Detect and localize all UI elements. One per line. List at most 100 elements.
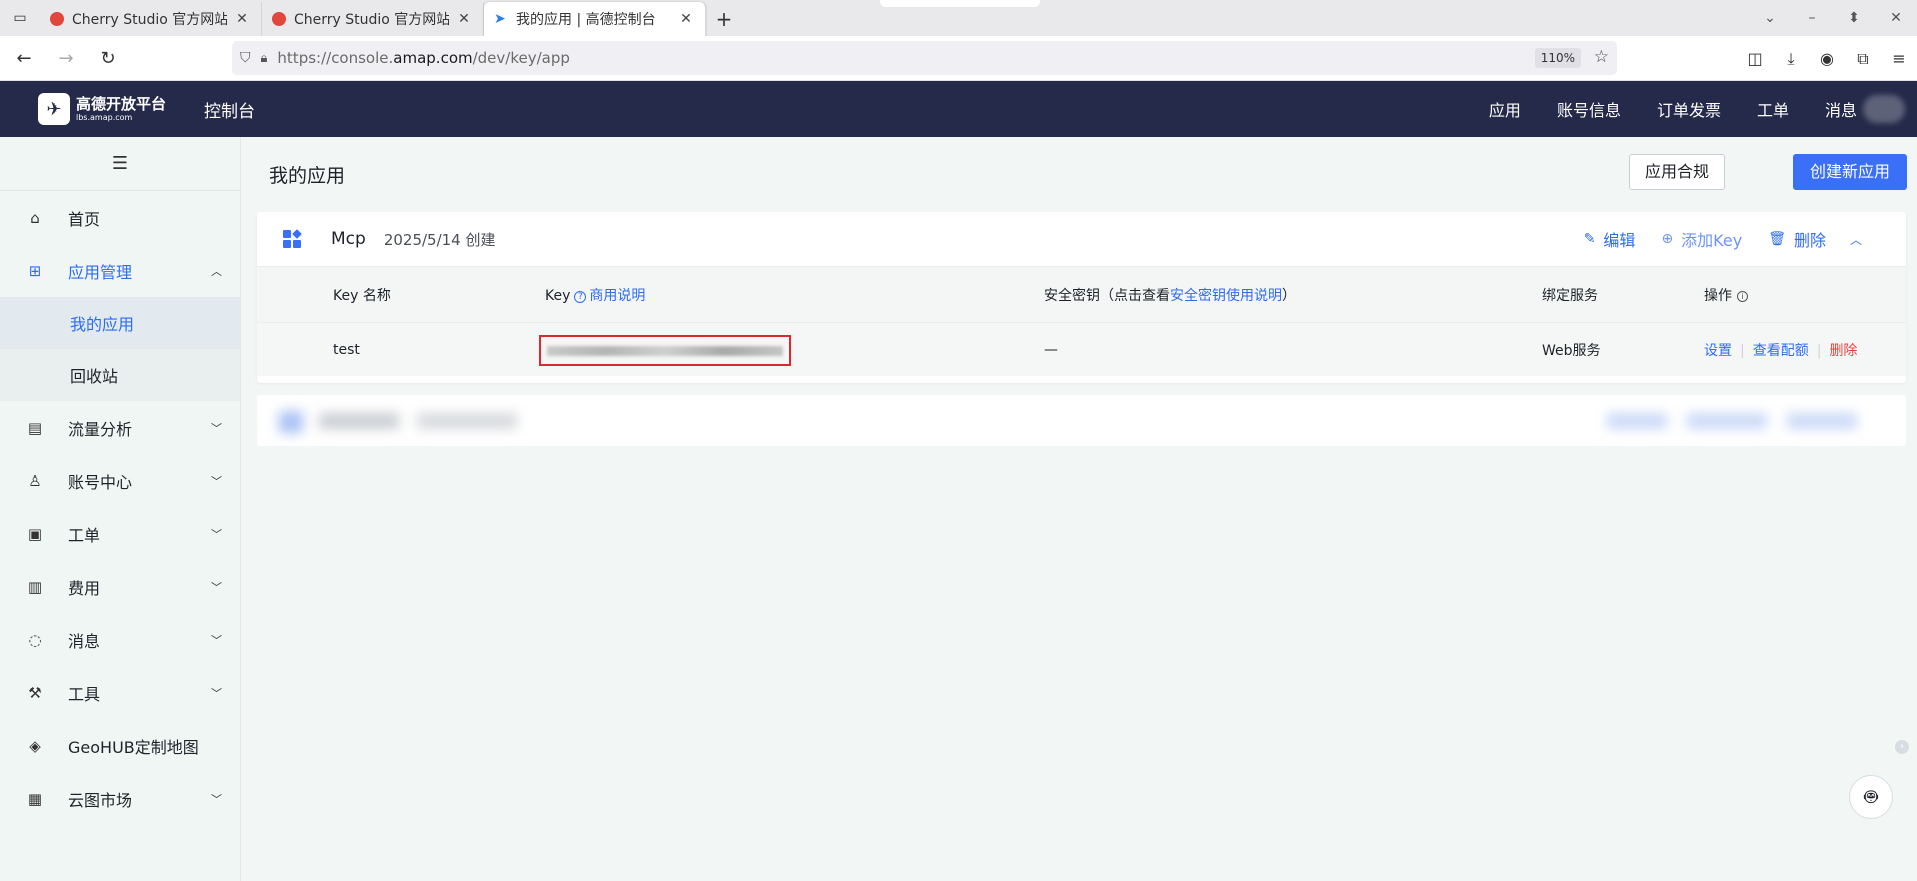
browser-tab[interactable]: Cherry Studio 官方网站 - 全 ✕ (40, 2, 262, 36)
view-quota-link[interactable]: 查看配额 (1753, 343, 1809, 359)
create-app-button[interactable]: 创建新应用 (1792, 154, 1907, 190)
add-key-button[interactable]: ⊕ 添加Key (1661, 227, 1742, 251)
help-icon: ? (574, 290, 587, 303)
secret-usage-link[interactable]: 安全密钥使用说明 (1170, 288, 1282, 304)
close-tab-icon[interactable]: ✕ (455, 11, 473, 27)
sidebar-subitem-my-apps[interactable]: 我的应用 (0, 297, 240, 349)
pocket-icon[interactable]: ◫ (1737, 49, 1773, 68)
app-card-header: Mcp 2025/5/14 创建 ✎ 编辑 ⊕ 添加Key 🗑︎ 删除 ︿ (257, 212, 1906, 266)
sidebar-item-tickets[interactable]: ▣ 工单 ﹀ (0, 507, 240, 560)
browser-tab[interactable]: Cherry Studio 官方网站 - 全 ✕ (262, 2, 484, 36)
app-created-date: 2025/5/14 创建 (383, 230, 496, 249)
clipboard-icon: ▣ (27, 524, 43, 543)
wrench-icon: ⚒ (28, 683, 42, 702)
collapse-menu-icon[interactable]: ☰ (0, 137, 240, 191)
forward-arrow-icon[interactable]: → (48, 40, 84, 76)
api-key-value-highlighted[interactable] (539, 335, 791, 366)
assistant-avatar-icon[interactable]: 🤖︎ (1849, 775, 1893, 819)
menu-icon[interactable]: ≡ (1881, 49, 1917, 68)
home-icon: ⌂ (30, 208, 40, 227)
chevron-down-icon: ﹀ (211, 792, 222, 806)
lock-icon[interactable]: 🔒︎ (261, 51, 268, 66)
tab-list-icon[interactable]: ▭ (0, 0, 40, 36)
close-assistant-icon[interactable]: › (1895, 740, 1909, 754)
restore-icon[interactable]: ⬍ (1833, 10, 1875, 26)
app-header: ✈ 高德开放平台 lbs.amap.com 控制台 应用 账号信息 订单发票 工… (0, 81, 1917, 137)
chevron-up-icon: ︿ (211, 264, 222, 278)
chevron-down-icon: ﹀ (211, 633, 222, 647)
key-settings-link[interactable]: 设置 (1704, 343, 1732, 359)
app-actions: ✎ 编辑 ⊕ 添加Key 🗑︎ 删除 ︿ (1558, 212, 1862, 266)
col-service: 绑定服务 (1542, 287, 1598, 304)
minimize-icon[interactable]: – (1791, 10, 1833, 26)
close-tab-icon[interactable]: ✕ (233, 11, 251, 27)
sidebar-item-billing[interactable]: ▥ 费用 ﹀ (0, 560, 240, 613)
sidebar-item-messages[interactable]: ◌ 消息 ﹀ (0, 613, 240, 666)
sidebar-item-geohub[interactable]: ◈ GeoHUB定制地图 (0, 719, 240, 772)
download-icon[interactable]: ⤓ (1773, 49, 1809, 69)
edit-app-button[interactable]: ✎ 编辑 (1584, 227, 1636, 251)
sidebar-item-cloud-market[interactable]: ▦ 云图市场 ﹀ (0, 772, 240, 825)
chevron-down-icon: ﹀ (211, 474, 222, 488)
close-tab-icon[interactable]: ✕ (677, 11, 695, 27)
cherry-favicon-icon (50, 12, 64, 26)
app-grid-icon (283, 229, 302, 248)
sidebar-item-traffic[interactable]: ▤ 流量分析 ﹀ (0, 401, 240, 454)
amap-logo-icon: ✈ (38, 93, 70, 125)
zoom-level[interactable]: 110% (1534, 48, 1581, 68)
address-bar[interactable]: ⛉ 🔒︎ https://console.amap.com/dev/key/ap… (232, 41, 1617, 75)
back-arrow-icon[interactable]: ← (6, 40, 42, 76)
col-key-name: Key 名称 (333, 287, 391, 304)
grid-icon: ⊞ (28, 261, 42, 280)
close-window-icon[interactable]: ✕ (1875, 10, 1917, 26)
avatar[interactable] (1863, 95, 1905, 123)
chevron-down-icon: ﹀ (211, 686, 222, 700)
account-icon[interactable]: ◉ (1809, 49, 1845, 68)
user-icon: ♙ (28, 471, 42, 490)
browser-tab-active[interactable]: ➤ 我的应用 | 高德控制台 ✕ (484, 2, 706, 36)
secret-cell: — (1044, 341, 1058, 358)
top-menu-tickets[interactable]: 工单 (1757, 97, 1789, 121)
toolbar-icons: ◫ ⤓ ◉ ⧉ ≡ (1737, 36, 1917, 81)
top-menu-messages[interactable]: 消息 (1825, 97, 1857, 121)
billing-icon: ▥ (27, 577, 43, 596)
chevron-down-icon: ﹀ (211, 421, 222, 435)
shield-icon[interactable]: ⛉ (240, 50, 251, 66)
extensions-icon[interactable]: ⧉ (1845, 49, 1881, 69)
delete-app-button[interactable]: 🗑︎ 删除 (1768, 227, 1826, 251)
app-compliance-button[interactable]: 应用合规 (1628, 154, 1725, 190)
message-icon: ◌ (28, 630, 42, 649)
reload-icon[interactable]: ↻ (90, 40, 126, 76)
delete-key-link[interactable]: 删除 (1829, 343, 1857, 359)
sidebar-item-account[interactable]: ♙ 账号中心 ﹀ (0, 454, 240, 507)
key-table-header: Key 名称 Key? 商用说明 安全密钥（点击查看安全密钥使用说明） 绑定服务 … (257, 266, 1906, 322)
bookmark-star-icon[interactable]: ☆ (1594, 47, 1609, 67)
collapse-chevron-up-icon[interactable]: ︿ (1850, 231, 1862, 248)
cherry-favicon-icon (272, 12, 286, 26)
layers-icon: ◈ (29, 736, 41, 755)
commercial-info-link[interactable]: 商用说明 (589, 288, 645, 304)
url-text[interactable]: https://console.amap.com/dev/key/app (277, 49, 569, 67)
sidebar-subitem-recycle-bin[interactable]: 回收站 (0, 349, 240, 401)
amap-favicon-icon: ➤ (494, 11, 506, 27)
top-menu-orders[interactable]: 订单发票 (1657, 97, 1721, 121)
console-title[interactable]: 控制台 (204, 97, 255, 122)
info-icon[interactable]: i (1737, 290, 1748, 302)
top-menu-account[interactable]: 账号信息 (1557, 97, 1621, 121)
logo-subtitle: lbs.amap.com (76, 112, 133, 122)
sidebar-item-home[interactable]: ⌂ 首页 (0, 191, 240, 244)
sidebar-item-tools[interactable]: ⚒ 工具 ﹀ (0, 666, 240, 719)
top-menu-apps[interactable]: 应用 (1489, 97, 1521, 121)
new-tab-icon[interactable]: + (706, 2, 742, 36)
col-ops: 操作 i (1704, 285, 1748, 305)
store-icon: ▦ (27, 789, 43, 808)
col-secret: 安全密钥（点击查看安全密钥使用说明） (1044, 287, 1296, 304)
trash-icon: 🗑︎ (1768, 231, 1786, 247)
tab-overflow-chevron-icon[interactable]: ⌄ (1749, 10, 1791, 26)
browser-navbar: ← → ↻ ⛉ 🔒︎ https://console.amap.com/dev/… (0, 36, 1917, 81)
sidebar-item-app-management[interactable]: ⊞ 应用管理 ︿ (0, 244, 240, 297)
chart-icon: ▤ (27, 418, 43, 437)
key-blurred-text (547, 346, 783, 356)
amap-logo[interactable]: ✈ 高德开放平台 lbs.amap.com (38, 93, 166, 125)
service-cell: Web服务 (1542, 342, 1601, 359)
